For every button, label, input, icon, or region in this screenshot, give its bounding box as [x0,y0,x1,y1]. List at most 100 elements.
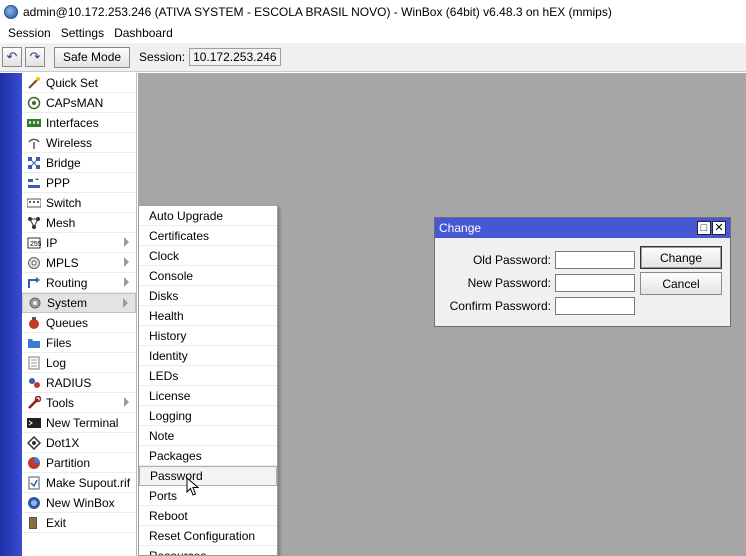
sidebar-item-wireless[interactable]: Wireless [22,133,136,153]
switch-icon [26,195,42,211]
menu-session[interactable]: Session [3,26,56,40]
folder-icon [26,335,42,351]
confirm-password-input[interactable] [555,297,635,315]
submenu-arrow-icon [123,298,128,308]
session-address: 10.172.253.246 [189,48,281,66]
sidebar-item-exit[interactable]: Exit [22,513,136,533]
old-password-input[interactable] [555,251,635,269]
submenu-item-leds[interactable]: LEDs [139,366,277,386]
redo-button[interactable]: ↷ [25,47,45,67]
ppp-icon [26,175,42,191]
submenu-item-license[interactable]: License [139,386,277,406]
log-icon [26,355,42,371]
submenu-item-disks[interactable]: Disks [139,286,277,306]
cancel-button[interactable]: Cancel [640,272,722,295]
sidebar-item-capsman[interactable]: CAPsMAN [22,93,136,113]
wireless-icon [26,135,42,151]
svg-text:255: 255 [30,241,41,248]
submenu-item-clock[interactable]: Clock [139,246,277,266]
dot1x-icon [26,435,42,451]
menu-dashboard[interactable]: Dashboard [109,26,178,40]
bridge-icon [26,155,42,171]
sidebar-item-queues[interactable]: Queues [22,313,136,333]
window-title: admin@10.172.253.246 (ATIVA SYSTEM - ESC… [23,4,612,19]
change-password-dialog: Change □ ✕ Old Password: New Password: C… [434,217,731,327]
menu-settings[interactable]: Settings [56,26,109,40]
submenu-item-identity[interactable]: Identity [139,346,277,366]
capsman-icon [26,95,42,111]
submenu-item-packages[interactable]: Packages [139,446,277,466]
submenu-arrow-icon [124,237,129,247]
sidebar-item-partition[interactable]: Partition [22,453,136,473]
mesh-icon [26,215,42,231]
interfaces-icon [26,115,42,131]
sidebar-item-files[interactable]: Files [22,333,136,353]
sidebar-item-bridge[interactable]: Bridge [22,153,136,173]
sidebar: Quick Set CAPsMAN Interfaces Wireless Br… [22,73,137,556]
sidebar-item-log[interactable]: Log [22,353,136,373]
new-password-label: New Password: [467,276,551,290]
submenu-item-health[interactable]: Health [139,306,277,326]
terminal-icon [26,415,42,431]
confirm-password-label: Confirm Password: [449,299,551,313]
sidebar-item-tools[interactable]: Tools [22,393,136,413]
dialog-title: Change [439,221,482,235]
sidebar-item-new-terminal[interactable]: New Terminal [22,413,136,433]
winbox-vertical-banner [0,73,22,556]
submenu-item-password[interactable]: Password [139,466,277,486]
undo-button[interactable]: ↶ [2,47,22,67]
session-label: Session: [139,50,186,64]
sidebar-item-ppp[interactable]: PPP [22,173,136,193]
safe-mode-button[interactable]: Safe Mode [54,46,131,68]
toolbar: ↶ ↷ Safe Mode Session: 10.172.253.246 [0,43,746,72]
ip-icon: 255 [26,235,42,251]
routing-icon [26,275,42,291]
submenu-item-auto-upgrade[interactable]: Auto Upgrade [139,206,277,226]
close-icon[interactable]: ✕ [712,221,726,235]
sidebar-item-radius[interactable]: RADIUS [22,373,136,393]
undo-icon: ↶ [6,49,18,64]
submenu-item-reboot[interactable]: Reboot [139,506,277,526]
queues-icon [26,315,42,331]
submenu-item-note[interactable]: Note [139,426,277,446]
supout-icon [26,475,42,491]
submenu-item-ports[interactable]: Ports [139,486,277,506]
sidebar-item-make-supout[interactable]: Make Supout.rif [22,473,136,493]
tools-icon [26,395,42,411]
submenu-item-reset-configuration[interactable]: Reset Configuration [139,526,277,546]
submenu-item-console[interactable]: Console [139,266,277,286]
confirm-password-row: Confirm Password: [435,297,635,315]
submenu-item-history[interactable]: History [139,326,277,346]
sidebar-item-system[interactable]: System [22,293,136,313]
sidebar-item-dot1x[interactable]: Dot1X [22,433,136,453]
new-password-input[interactable] [555,274,635,292]
sidebar-item-quick-set[interactable]: Quick Set [22,73,136,93]
sidebar-item-new-winbox[interactable]: New WinBox [22,493,136,513]
sidebar-item-switch[interactable]: Switch [22,193,136,213]
partition-icon [26,455,42,471]
sidebar-item-mesh[interactable]: Mesh [22,213,136,233]
winbox-app-icon [4,4,18,19]
sidebar-item-routing[interactable]: Routing [22,273,136,293]
old-password-label: Old Password: [472,253,551,267]
submenu-item-logging[interactable]: Logging [139,406,277,426]
system-submenu: Auto Upgrade Certificates Clock Console … [138,205,278,556]
sidebar-item-interfaces[interactable]: Interfaces [22,113,136,133]
submenu-arrow-icon [124,397,129,407]
radius-icon [26,375,42,391]
old-password-row: Old Password: [435,251,635,269]
new-password-row: New Password: [435,274,635,292]
gear-icon [27,295,43,311]
submenu-item-resources[interactable]: Resources [139,546,277,556]
submenu-arrow-icon [124,277,129,287]
submenu-item-certificates[interactable]: Certificates [139,226,277,246]
change-button[interactable]: Change [640,246,722,269]
mpls-icon [26,255,42,271]
maximize-icon[interactable]: □ [697,221,711,235]
sidebar-item-ip[interactable]: 255 IP [22,233,136,253]
wand-icon [26,75,42,91]
sidebar-item-mpls[interactable]: MPLS [22,253,136,273]
menu-bar: Session Settings Dashboard [0,23,746,43]
dialog-title-bar[interactable]: Change □ ✕ [435,218,730,238]
redo-icon: ↷ [29,49,41,64]
